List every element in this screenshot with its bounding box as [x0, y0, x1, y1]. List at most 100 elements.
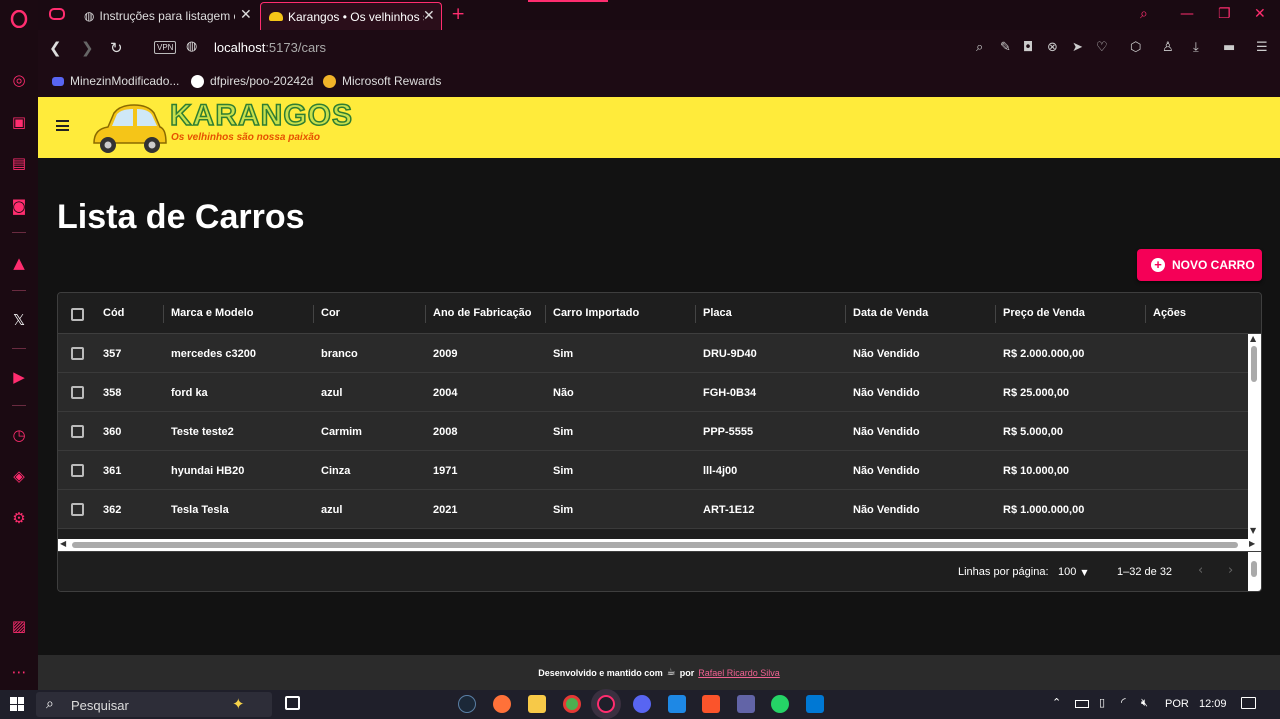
column-separator[interactable] [1145, 305, 1146, 323]
opera-taskbar-icon[interactable] [597, 695, 615, 713]
player-icon[interactable]: ▶ [9, 367, 29, 387]
rows-per-page-select[interactable]: 100 ▼ [1058, 566, 1088, 579]
author-link[interactable]: Rafael Ricardo Silva [698, 668, 780, 678]
column-separator[interactable] [163, 305, 164, 323]
scroll-up-arrow-icon[interactable]: ▲ [1250, 334, 1256, 343]
aria-icon[interactable]: ◎ [9, 70, 29, 90]
tab-karangos[interactable]: Karangos • Os velhinhos sã ✕ [260, 2, 442, 30]
hamburger-menu-icon[interactable] [56, 120, 69, 131]
row-checkbox[interactable] [71, 503, 84, 516]
tab-close-icon[interactable]: ✕ [423, 8, 435, 24]
horizontal-scrollbar[interactable]: ◀ ▶ [58, 539, 1261, 551]
bookmark-dfpires[interactable]: dfpires/poo-20242d [191, 74, 313, 88]
block-icon[interactable]: ⊗ [1047, 40, 1058, 55]
column-header-placa[interactable]: Placa [703, 307, 732, 319]
tab-instrucoes[interactable]: ◍ Instruções para listagem ca ✕ [76, 2, 256, 30]
column-header-preco-venda[interactable]: Preço de Venda [1003, 307, 1085, 319]
tab-close-icon[interactable]: ✕ [240, 7, 252, 23]
steam-icon[interactable] [458, 695, 476, 713]
tab-search-icon[interactable]: ⌕ [1140, 6, 1148, 22]
notifications-icon[interactable] [1241, 697, 1256, 709]
more-dots-icon[interactable]: ⋯ [9, 662, 29, 682]
logo[interactable]: KARANGOS Os velhinhos são nossa paixão [88, 97, 353, 158]
url-field[interactable]: localhost:5173/cars [214, 40, 326, 55]
table-row[interactable]: 358 ford ka azul 2004 Não FGH-0B34 Não V… [58, 373, 1248, 412]
new-tab-plus-icon[interactable]: + [451, 4, 465, 24]
windows-start-icon[interactable] [10, 697, 24, 711]
column-separator[interactable] [425, 305, 426, 323]
bookmark-minezin[interactable]: MinezinModificado... [52, 74, 179, 88]
send-icon[interactable]: ➤ [1072, 40, 1083, 55]
footer-scrollbar[interactable] [1248, 552, 1261, 591]
settings-gear-icon[interactable]: ⚙ [9, 508, 29, 528]
vertical-scrollbar[interactable]: ▲ ▼ [1248, 334, 1261, 539]
column-header-marca-modelo[interactable]: Marca e Modelo [171, 307, 254, 319]
arc-icon[interactable]: ▲ [9, 253, 29, 273]
taskbar-search-box[interactable]: ⌕ Pesquisar ✦ [36, 692, 272, 717]
volume-muted-icon[interactable]: 🔇︎ [1141, 696, 1148, 710]
opera-logo-icon[interactable] [9, 9, 29, 29]
file-explorer-icon[interactable] [528, 695, 546, 713]
table-row[interactable]: 361 hyundai HB20 Cinza 1971 Sim lll-4j00… [58, 451, 1248, 490]
column-separator[interactable] [995, 305, 996, 323]
reload-icon[interactable]: ↻ [110, 39, 123, 57]
vpn-badge[interactable]: VPN [154, 41, 177, 54]
column-separator[interactable] [545, 305, 546, 323]
firefox-icon[interactable] [493, 695, 511, 713]
table-row[interactable]: 357 mercedes c3200 branco 2009 Sim DRU-9… [58, 334, 1248, 373]
language-indicator[interactable]: POR [1165, 698, 1189, 710]
wifi-icon[interactable]: ◜ [1121, 695, 1126, 709]
select-all-checkbox[interactable] [71, 308, 84, 321]
x-twitter-icon[interactable]: 𝕏 [9, 310, 29, 330]
brave-icon[interactable] [702, 695, 720, 713]
edit-icon[interactable]: ✎ [1000, 40, 1011, 55]
column-header-cor[interactable]: Cor [321, 307, 340, 319]
heart-icon[interactable]: ♡ [1096, 40, 1108, 55]
row-checkbox[interactable] [71, 386, 84, 399]
instagram-icon[interactable]: ◙ [9, 196, 29, 216]
new-car-button[interactable]: + NOVO CARRO [1137, 249, 1262, 281]
whatsapp-icon[interactable] [771, 695, 789, 713]
shopping-icon[interactable]: ▣ [9, 112, 29, 132]
discord-icon[interactable] [633, 695, 651, 713]
column-separator[interactable] [695, 305, 696, 323]
prev-page-icon[interactable]: ‹ [1198, 563, 1203, 578]
menu-lines-icon[interactable]: ☰ [1256, 40, 1268, 55]
column-header-cod[interactable]: Cód [103, 307, 124, 319]
row-checkbox[interactable] [71, 347, 84, 360]
history-icon[interactable]: ◷ [9, 425, 29, 445]
gallery-icon[interactable]: ▨ [9, 616, 29, 636]
cube-icon[interactable]: ⬡ [1130, 40, 1141, 55]
task-view-icon[interactable] [285, 696, 300, 710]
scroll-thumb[interactable] [72, 542, 1238, 548]
vpn-app-icon[interactable] [668, 695, 686, 713]
close-window-icon[interactable]: ✕ [1254, 6, 1266, 22]
extensions-cube-icon[interactable]: ◈ [9, 466, 29, 486]
device-tray-icon[interactable]: ▯ [1099, 696, 1105, 709]
chrome-icon[interactable] [563, 695, 581, 713]
vscode-icon[interactable] [806, 695, 824, 713]
column-header-importado[interactable]: Carro Importado [553, 307, 639, 319]
next-page-icon[interactable]: › [1228, 563, 1233, 578]
battery-icon[interactable]: ▬ [1223, 40, 1235, 55]
profile-icon[interactable]: ♙ [1162, 40, 1174, 55]
scroll-down-arrow-icon[interactable]: ▼ [1250, 526, 1256, 535]
back-icon[interactable]: ❮ [49, 39, 62, 57]
column-separator[interactable] [313, 305, 314, 323]
column-header-ano[interactable]: Ano de Fabricação [433, 307, 531, 319]
table-row[interactable]: 360 Teste teste2 Carmim 2008 Sim PPP-555… [58, 412, 1248, 451]
column-header-data-venda[interactable]: Data de Venda [853, 307, 928, 319]
twitch-icon[interactable]: ▤ [9, 153, 29, 173]
teams-icon[interactable] [737, 695, 755, 713]
zoom-icon[interactable]: ⌕ [976, 40, 983, 55]
gamepad-icon[interactable] [49, 8, 65, 20]
site-info-globe-icon[interactable]: ◍ [186, 39, 197, 54]
minimize-icon[interactable]: — [1180, 6, 1194, 22]
row-checkbox[interactable] [71, 464, 84, 477]
download-icon[interactable]: ⤓ [1193, 40, 1199, 55]
bookmark-microsoft-rewards[interactable]: Microsoft Rewards [323, 74, 441, 88]
row-checkbox[interactable] [71, 425, 84, 438]
battery-tray-icon[interactable] [1075, 700, 1089, 708]
restore-icon[interactable]: ❐ [1218, 6, 1231, 22]
table-row[interactable]: 362 Tesla Tesla azul 2021 Sim ART-1E12 N… [58, 490, 1248, 529]
